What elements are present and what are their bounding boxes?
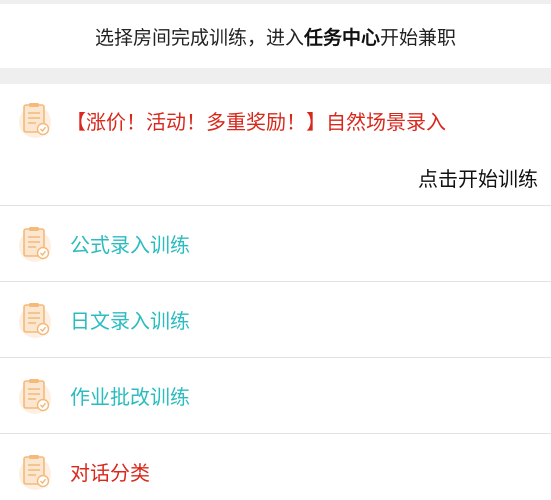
list-item-japanese-training[interactable]: 日文录入训练	[0, 282, 551, 358]
clipboard-check-icon	[18, 300, 52, 340]
clipboard-check-icon	[18, 224, 52, 264]
promo-title: 【涨价！活动！多重奖励！】自然场景录入	[66, 109, 446, 134]
clipboard-check-icon	[18, 452, 52, 492]
list-item-dialogue-classification[interactable]: 对话分类	[0, 434, 551, 500]
start-training-button[interactable]: 点击开始训练	[418, 163, 538, 192]
clipboard-check-icon	[18, 376, 52, 416]
list-item-label: 作业批改训练	[70, 385, 190, 409]
list-item-homework-grading-training[interactable]: 作业批改训练	[0, 358, 551, 434]
list-item-label: 对话分类	[70, 461, 150, 485]
list-item-label: 公式录入训练	[70, 233, 190, 257]
header-prefix: 选择房间完成训练，进入	[94, 26, 304, 49]
section-gap	[0, 68, 551, 84]
clipboard-check-icon	[18, 100, 52, 140]
promo-training-card[interactable]: 【涨价！活动！多重奖励！】自然场景录入 点击开始训练	[0, 84, 551, 206]
list-item-label: 日文录入训练	[70, 309, 190, 333]
task-center-link[interactable]: 任务中心	[304, 23, 380, 50]
list-item-formula-training[interactable]: 公式录入训练	[0, 206, 551, 282]
header-suffix: 开始兼职	[380, 26, 457, 49]
page-header: 选择房间完成训练，进入 任务中心 开始兼职	[0, 4, 551, 68]
